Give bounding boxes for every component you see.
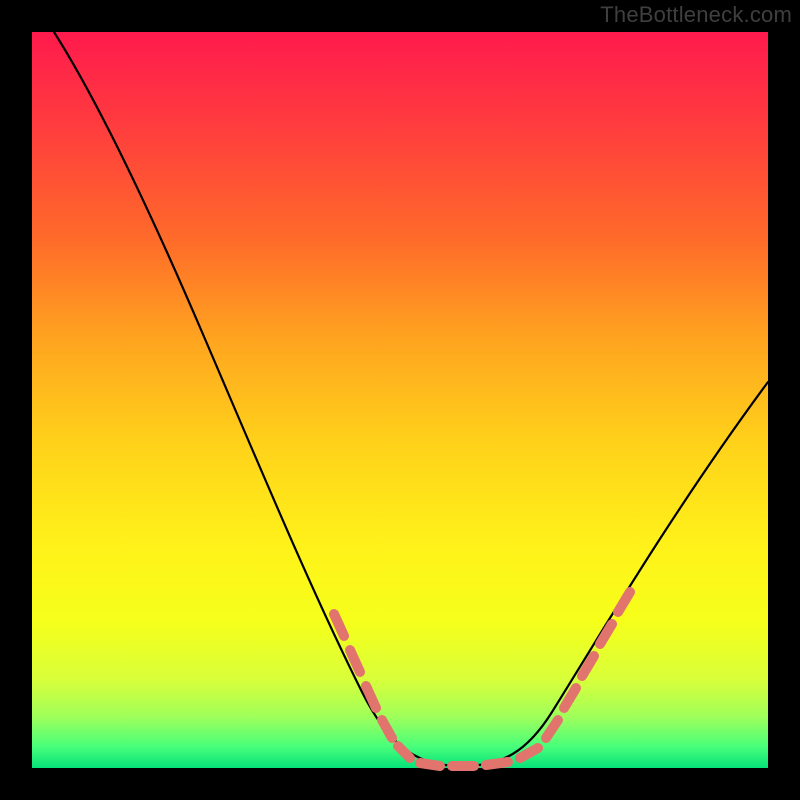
highlight-floor-3	[486, 762, 508, 765]
highlight-left-4	[382, 720, 392, 738]
highlight-right-5	[618, 592, 630, 612]
highlight-floor-4	[520, 748, 538, 758]
bottleneck-curve	[54, 32, 768, 766]
highlight-left-1	[334, 614, 344, 636]
highlight-floor-1	[420, 763, 440, 766]
watermark-text: TheBottleneck.com	[600, 2, 792, 28]
bottleneck-curve-svg	[32, 32, 768, 768]
highlight-right-4	[600, 624, 612, 644]
chart-plot-area	[32, 32, 768, 768]
highlight-right-1	[546, 720, 558, 738]
highlight-left-5	[398, 746, 410, 758]
